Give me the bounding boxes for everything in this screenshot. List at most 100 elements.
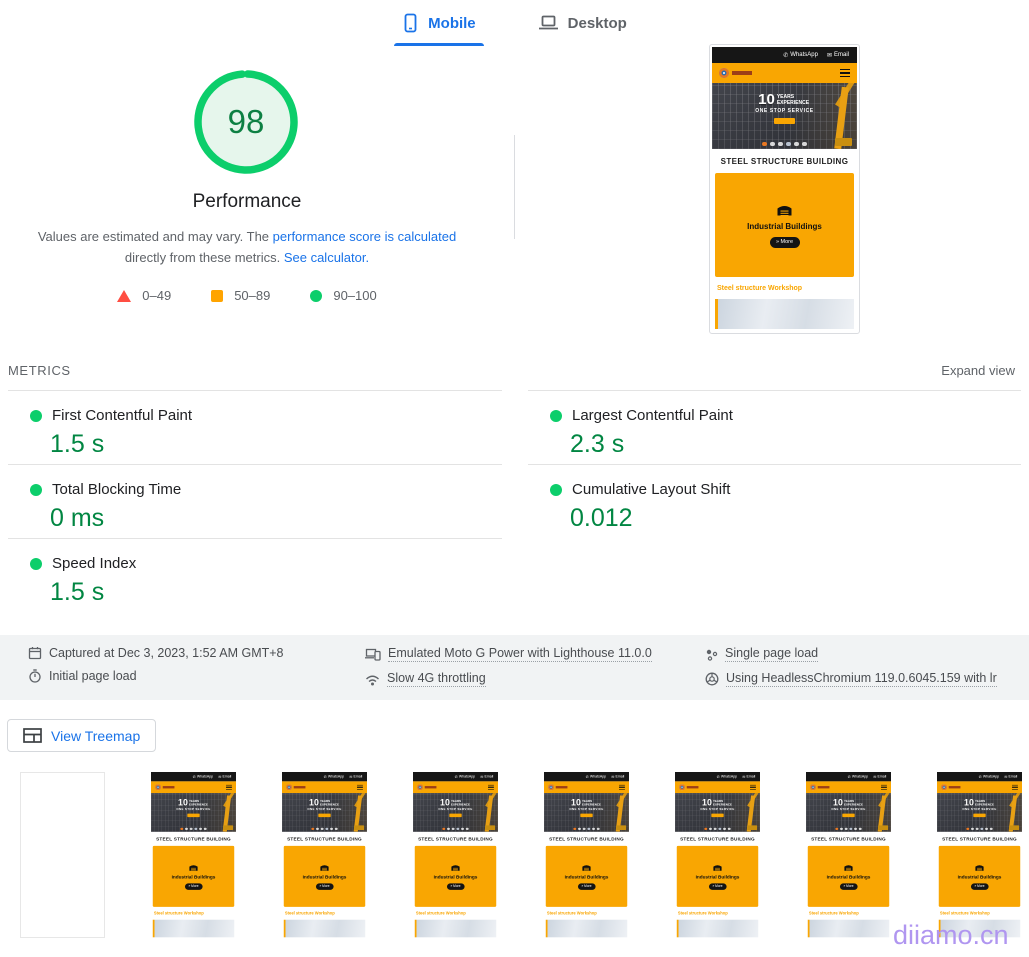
filmstrip-frame-blank	[20, 772, 105, 938]
site-preview: ✆WhatsApp ✉Email 10 YEARS EXPERIENCE ONE…	[544, 772, 629, 938]
metric-name: Cumulative Layout Shift	[572, 481, 730, 498]
mobile-icon	[402, 13, 419, 33]
hero-line-1: YEARS EXPERIENCE	[582, 798, 602, 806]
hero-line-1: YEARS EXPERIENCE	[975, 798, 995, 806]
see-calculator-link[interactable]: See calculator.	[284, 250, 369, 265]
site-preview-navbar	[282, 781, 367, 793]
site-preview-topbar: ✆WhatsApp ✉Email	[151, 772, 236, 781]
certification-icons	[151, 827, 236, 830]
site-logo	[810, 784, 829, 790]
hero-text: 10 YEARS EXPERIENCE ONE STOP SERVICE	[151, 798, 236, 817]
calculator-link[interactable]: performance score is calculated	[273, 229, 457, 244]
metric-name: Largest Contentful Paint	[572, 407, 733, 424]
hero-button	[318, 814, 330, 818]
site-hero: 10 YEARS EXPERIENCE ONE STOP SERVICE	[675, 793, 760, 832]
site-preview: ✆WhatsApp ✉Email 10 YEARS EXPERIENCE ONE…	[937, 772, 1022, 938]
site-logo-text	[732, 71, 752, 75]
whatsapp-label: WhatsApp	[459, 775, 475, 779]
site-hero: 10 YEARS EXPERIENCE ONE STOP SERVICE	[806, 793, 891, 832]
email-item: ✉Email	[742, 775, 755, 779]
site-preview-topbar: ✆WhatsApp ✉Email	[806, 772, 891, 781]
chromium-version-link[interactable]: Using HeadlessChromium 119.0.6045.159 wi…	[726, 671, 997, 687]
hero-number: 10	[440, 798, 450, 807]
site-hero: 10 YEARS EXPERIENCE ONE STOP SERVICE	[712, 83, 857, 149]
hero-text: 10 YEARS EXPERIENCE ONE STOP SERVICE	[937, 798, 1022, 817]
site-preview-navbar	[806, 781, 891, 793]
site-preview-navbar	[544, 781, 629, 793]
tab-mobile-label: Mobile	[428, 15, 476, 32]
hamburger-icon	[226, 785, 232, 790]
view-treemap-button[interactable]: View Treemap	[7, 719, 156, 752]
workshop-link: Steel structure Workshop	[413, 907, 498, 920]
pass-dot-icon	[30, 558, 42, 570]
email-item: ✉Email	[827, 52, 849, 59]
certification-icons	[937, 827, 1022, 830]
env-column-2: Emulated Moto G Power with Lighthouse 11…	[365, 646, 652, 687]
site-hero: 10 YEARS EXPERIENCE ONE STOP SERVICE	[413, 793, 498, 832]
pass-dot-icon	[550, 410, 562, 422]
whatsapp-icon: ✆	[586, 775, 589, 779]
hero-number: 10	[702, 798, 712, 807]
metric-name: Speed Index	[52, 555, 136, 572]
site-preview-topbar: ✆WhatsApp ✉Email	[712, 47, 857, 63]
site-section-title: STEEL STRUCTURE BUILDING	[282, 832, 367, 846]
hero-line-1: YEARS EXPERIENCE	[713, 798, 733, 806]
site-preview: ✆WhatsApp ✉Email 10 YEARS EXPERIENCE ONE…	[151, 772, 236, 938]
workshop-link: Steel structure Workshop	[544, 907, 629, 920]
site-preview-topbar: ✆WhatsApp ✉Email	[282, 772, 367, 781]
card-title: Industrial Buildings	[827, 874, 871, 879]
card-title: Industrial Buildings	[565, 874, 609, 879]
site-preview-navbar	[937, 781, 1022, 793]
tab-desktop[interactable]: Desktop	[530, 0, 635, 48]
site-logo-icon	[417, 784, 423, 790]
site-logo-text	[294, 786, 306, 788]
device-tabs: Mobile Desktop	[0, 0, 1029, 48]
whatsapp-item: ✆WhatsApp	[324, 775, 344, 779]
email-item: ✉Email	[873, 775, 886, 779]
single-page-load-link[interactable]: Single page load	[725, 646, 818, 662]
hero-button	[580, 814, 592, 818]
env-chromium: Using HeadlessChromium 119.0.6045.159 wi…	[705, 671, 997, 687]
hero-number: 10	[833, 798, 843, 807]
filmstrip-frame: ✆WhatsApp ✉Email 10 YEARS EXPERIENCE ONE…	[937, 772, 1022, 938]
throttling-link[interactable]: Slow 4G throttling	[387, 671, 486, 687]
site-preview: ✆WhatsApp ✉Email 10 YEARS EXPERIENCE ONE…	[712, 47, 857, 331]
expand-view-button[interactable]: Expand view	[941, 363, 1015, 378]
card-title: Industrial Buildings	[434, 874, 478, 879]
performance-gauge[interactable]: 98	[194, 70, 298, 174]
email-label: Email	[747, 775, 756, 779]
site-preview-navbar	[151, 781, 236, 793]
filmstrip-frame: ✆WhatsApp ✉Email 10 YEARS EXPERIENCE ONE…	[544, 772, 629, 938]
tab-mobile[interactable]: Mobile	[394, 0, 484, 48]
workshop-link: Steel structure Workshop	[675, 907, 760, 920]
warehouse-icon	[776, 203, 793, 216]
tab-desktop-label: Desktop	[568, 15, 627, 32]
workshop-link: Steel structure Workshop	[806, 907, 891, 920]
card-more-button: » More	[709, 883, 727, 889]
email-icon: ✉	[480, 775, 483, 779]
whatsapp-item: ✆WhatsApp	[717, 775, 737, 779]
legend-fail-range: 0–49	[142, 288, 171, 303]
emulated-device-link[interactable]: Emulated Moto G Power with Lighthouse 11…	[388, 646, 652, 662]
hero-line-1: YEARS EXPERIENCE	[320, 798, 340, 806]
email-item: ✉Email	[611, 775, 624, 779]
site-logo-icon	[286, 784, 292, 790]
hero-button	[973, 814, 985, 818]
hero-button	[774, 118, 795, 124]
whatsapp-item: ✆WhatsApp	[455, 775, 475, 779]
filmstrip-frame: ✆WhatsApp ✉Email 10 YEARS EXPERIENCE ONE…	[413, 772, 498, 938]
certification-icons	[282, 827, 367, 830]
site-logo	[719, 68, 752, 78]
email-icon: ✉	[742, 775, 745, 779]
hero-line-2: ONE STOP SERVICE	[307, 808, 341, 812]
site-logo-text	[556, 786, 568, 788]
hero-number: 10	[571, 798, 581, 807]
hero-number: 10	[178, 798, 188, 807]
whatsapp-icon: ✆	[717, 775, 720, 779]
site-preview-navbar	[413, 781, 498, 793]
site-section-title: STEEL STRUCTURE BUILDING	[151, 832, 236, 846]
score-legend: 0–49 50–89 90–100	[27, 288, 467, 303]
env-load-type: Single page load	[705, 646, 997, 662]
whatsapp-label: WhatsApp	[852, 775, 868, 779]
metric-value: 0 ms	[50, 504, 502, 533]
